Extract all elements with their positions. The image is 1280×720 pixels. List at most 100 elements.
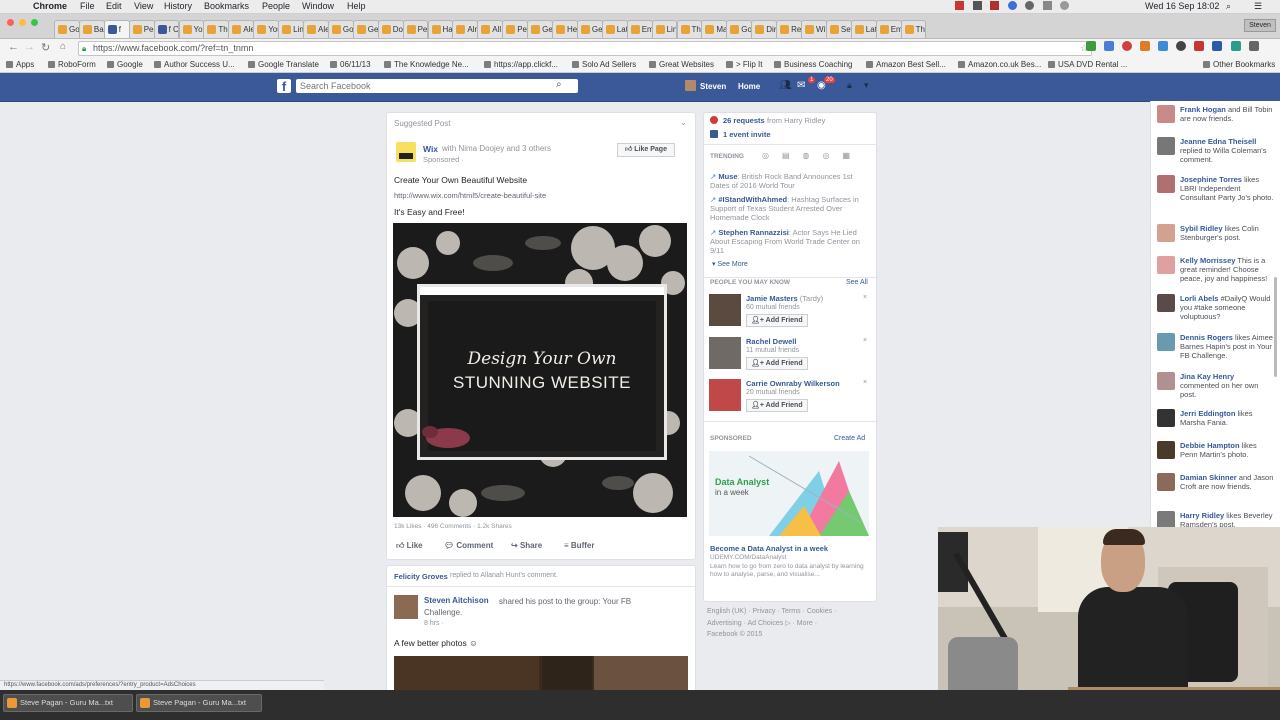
- trend-item-2[interactable]: ↗ #IStandWithAhmed: Hashtag Surfaces in …: [710, 195, 870, 222]
- chevron-down-icon[interactable]: ▾: [864, 80, 869, 91]
- requests-link[interactable]: 26 requests: [723, 116, 765, 125]
- post-image[interactable]: Design Your Own STUNNING WEBSITE: [393, 223, 687, 517]
- search-input[interactable]: [296, 79, 578, 93]
- browser-tab[interactable]: You: [178, 20, 205, 38]
- browser-tab[interactable]: Get: [352, 20, 379, 38]
- browser-tab[interactable]: Go: [726, 20, 753, 38]
- bookmark-item[interactable]: Solo Ad Sellers: [572, 60, 636, 69]
- footer-links-2[interactable]: Advertising · Ad Choices ▷ · More ·: [707, 619, 817, 627]
- facebook-logo[interactable]: f: [277, 79, 291, 94]
- ad-title[interactable]: Become a Data Analyst in a week: [710, 544, 828, 553]
- browser-tab[interactable]: Goo: [54, 20, 80, 38]
- bookmark-item[interactable]: 06/11/13: [330, 60, 371, 69]
- browser-tab[interactable]: Dov: [377, 20, 404, 38]
- friend-name[interactable]: Carrie Ownraby Wilkerson: [746, 379, 840, 388]
- browser-tab[interactable]: Ale: [303, 20, 329, 38]
- browser-tab[interactable]: Alm: [452, 20, 479, 38]
- close-window-button[interactable]: [7, 19, 14, 26]
- bookmark-item[interactable]: The Knowledge Ne...: [384, 60, 469, 69]
- browser-tab[interactable]: You: [253, 20, 280, 38]
- browser-tab[interactable]: Lat: [850, 20, 877, 38]
- browser-tab[interactable]: Em: [875, 20, 902, 38]
- browser-tab[interactable]: Dir: [751, 20, 778, 38]
- browser-tab[interactable]: Set: [825, 20, 852, 38]
- add-friend-button[interactable]: 👤︎+ Add Friend: [746, 314, 808, 327]
- ad-domain[interactable]: UDEMY.COM/DataAnalyst: [710, 554, 786, 561]
- browser-tab[interactable]: The: [900, 20, 927, 38]
- zoom-window-button[interactable]: [31, 19, 38, 26]
- menu-app-name[interactable]: Chrome: [33, 1, 67, 11]
- mutual-friends[interactable]: 60 mutual friends: [746, 304, 800, 311]
- comment-button[interactable]: 💬︎ Comment: [444, 541, 493, 550]
- mutual-friends[interactable]: 11 mutual friends: [746, 347, 799, 354]
- chevron-down-icon[interactable]: ⌄: [680, 118, 687, 127]
- menu-view[interactable]: View: [134, 1, 153, 11]
- buffer-button[interactable]: ≡ Buffer: [564, 541, 594, 550]
- browser-tab[interactable]: The: [203, 20, 230, 38]
- close-icon[interactable]: ×: [863, 337, 867, 344]
- post-stats[interactable]: 13k Likes · 496 Comments · 1.2k Shares: [394, 523, 512, 530]
- browser-tab[interactable]: Get: [576, 20, 603, 38]
- browser-tab[interactable]: Ale: [228, 20, 255, 38]
- close-icon[interactable]: ×: [863, 379, 867, 386]
- trend-item-1[interactable]: ↗ Muse: British Rock Band Announces 1st …: [710, 172, 870, 190]
- bookmark-item[interactable]: Google Translate: [248, 60, 319, 69]
- bookmark-item[interactable]: Amazon.co.uk Bes...: [958, 60, 1041, 69]
- ticker-scrollbar[interactable]: [1274, 277, 1277, 377]
- menu-window[interactable]: Window: [302, 1, 334, 11]
- like-button[interactable]: 👍︎ Like: [396, 541, 423, 551]
- browser-tab[interactable]: Lin: [651, 20, 678, 38]
- browser-tab[interactable]: f Cli: [153, 20, 180, 38]
- menu-file[interactable]: File: [80, 1, 95, 11]
- taskbar-item-1[interactable]: Steve Pagan - Guru Ma...txt: [3, 694, 133, 712]
- menu-help[interactable]: Help: [347, 1, 366, 11]
- add-friend-button[interactable]: 👤︎+ Add Friend: [746, 357, 808, 370]
- extension-icons[interactable]: [1086, 41, 1276, 54]
- browser-tab[interactable]: Lin: [278, 20, 304, 38]
- trending-category-icons[interactable]: ◎▤◍◎▦: [762, 151, 863, 160]
- clock[interactable]: Wed 16 Sep 18:02: [1145, 1, 1219, 11]
- taskbar-item-2[interactable]: Steve Pagan - Guru Ma...txt: [136, 694, 262, 712]
- bookmark-item[interactable]: Other Bookmarks: [1203, 60, 1275, 69]
- browser-tab[interactable]: Wit: [801, 20, 827, 38]
- bookmark-item[interactable]: Great Websites: [649, 60, 714, 69]
- bookmark-item[interactable]: > Flip It: [726, 60, 762, 69]
- event-invite-link[interactable]: 1 event invite: [723, 130, 771, 139]
- browser-tab[interactable]: The: [676, 20, 703, 38]
- post-photos[interactable]: [394, 656, 688, 691]
- post-time[interactable]: 8 hrs ·: [424, 620, 444, 627]
- home-link[interactable]: Home: [738, 82, 760, 91]
- home-icon[interactable]: ⌂: [60, 41, 66, 52]
- friend-name[interactable]: Jamie Masters: [746, 294, 798, 303]
- browser-tab[interactable]: Peo: [128, 20, 155, 38]
- friend-name[interactable]: Rachel Dewell: [746, 337, 796, 346]
- bookmark-item[interactable]: Business Coaching: [774, 60, 852, 69]
- status-icons[interactable]: [955, 1, 1115, 10]
- browser-tab[interactable]: Per: [402, 20, 429, 38]
- browser-tab[interactable]: Em: [626, 20, 653, 38]
- add-friend-button[interactable]: 👤︎+ Add Friend: [746, 399, 808, 412]
- page-name-link[interactable]: Wix: [423, 144, 438, 154]
- browser-tab[interactable]: Hai: [427, 20, 454, 38]
- avatar[interactable]: [709, 379, 741, 411]
- browser-tab[interactable]: Ma: [701, 20, 728, 38]
- privacy-icon[interactable]: 🔒︎: [847, 80, 852, 91]
- bookmark-item[interactable]: RoboForm: [48, 60, 96, 69]
- reload-icon[interactable]: ↻: [41, 41, 50, 54]
- create-ad-link[interactable]: Create Ad: [834, 435, 865, 442]
- post-url[interactable]: http://www.wix.com/html5/create-beautifu…: [394, 191, 546, 200]
- bookmark-item[interactable]: Amazon Best Sell...: [866, 60, 946, 69]
- share-button[interactable]: ↪ Share: [511, 541, 542, 550]
- profile-button[interactable]: Steven: [1244, 19, 1276, 32]
- see-more-link[interactable]: ▾ See More: [712, 260, 748, 268]
- browser-tab[interactable]: Lat: [601, 20, 628, 38]
- avatar[interactable]: [709, 337, 741, 369]
- browser-tab[interactable]: Goo: [327, 20, 354, 38]
- mutual-friends[interactable]: 20 mutual friends: [746, 389, 800, 396]
- browser-tab[interactable]: Get: [527, 20, 553, 38]
- footer-links-1[interactable]: English (UK) · Privacy · Terms · Cookies…: [707, 608, 836, 615]
- close-icon[interactable]: ×: [863, 294, 867, 301]
- avatar[interactable]: [394, 595, 418, 619]
- profile-link[interactable]: Steven: [700, 82, 726, 91]
- bookmark-item[interactable]: Author Success U...: [154, 60, 235, 69]
